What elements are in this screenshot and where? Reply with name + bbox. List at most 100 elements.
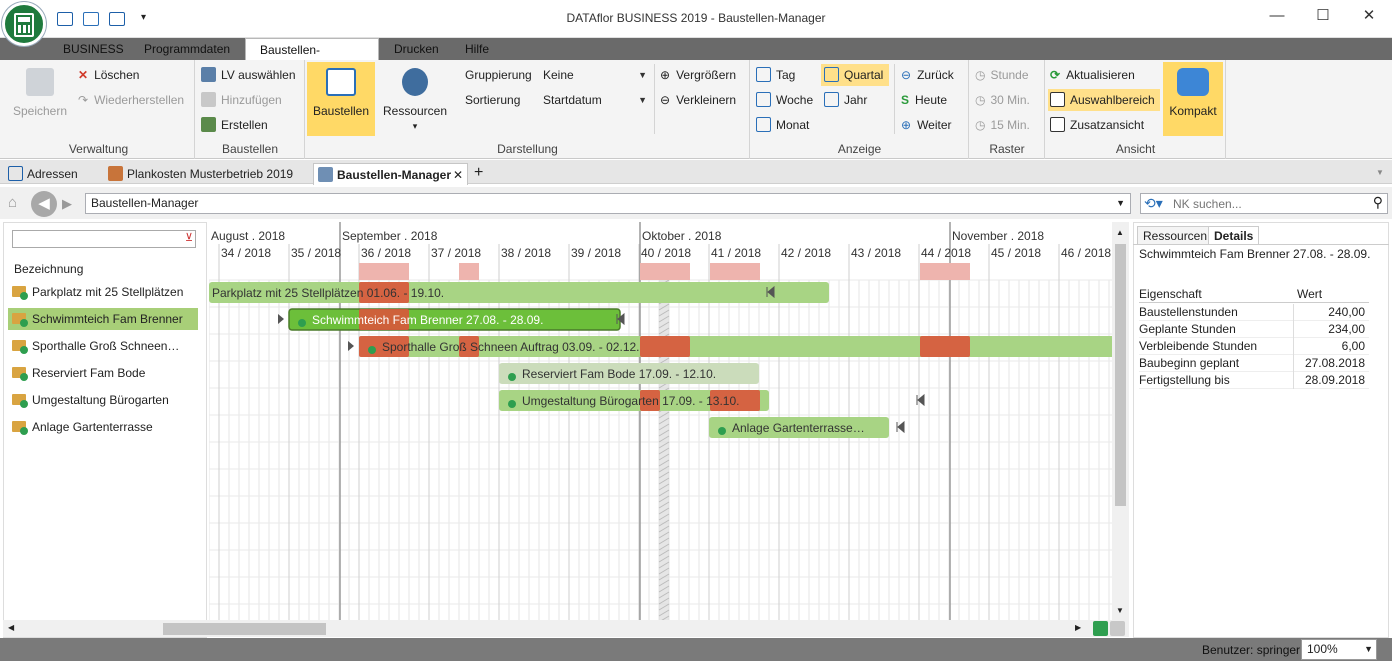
breadcrumb[interactable]: Baustellen-Manager ▼ <box>85 193 1131 214</box>
kompakt-button[interactable]: Kompakt <box>1163 62 1223 136</box>
list-item[interactable]: Parkplatz mit 25 Stellplätzen <box>8 281 198 303</box>
quartal-button[interactable]: Quartal <box>821 64 890 86</box>
lv-auswaehlen-button[interactable]: LV auswählen <box>201 64 296 86</box>
week-label: 36 / 2018 <box>361 246 411 260</box>
table-row: Geplante Stunden 234,00 <box>1139 321 1369 338</box>
status-bar <box>0 638 1392 661</box>
auswahlbereich-button[interactable]: Auswahlbereich <box>1048 89 1160 111</box>
scroll-left-icon[interactable]: ◀ <box>8 623 14 632</box>
weiter-button[interactable]: ⊕ Weiter <box>901 114 952 136</box>
vergroessern-button[interactable]: ⊕ Vergrößern <box>660 64 736 86</box>
doc-tab-baustellen-manager[interactable]: Baustellen-Manager ✕ <box>313 163 468 185</box>
plankosten-icon <box>108 166 123 181</box>
start-marker-icon <box>348 341 354 351</box>
status-dot-icon <box>508 400 516 408</box>
gruppierung-label: Gruppierung <box>465 68 532 82</box>
column-header-bezeichnung: Bezeichnung <box>14 262 84 276</box>
folder-icon <box>12 286 28 300</box>
back-button[interactable]: ◀ <box>31 191 57 217</box>
doc-tab-plankosten[interactable]: Plankosten Musterbetrieb 2019 <box>104 163 299 185</box>
delete-button[interactable]: ✕ Löschen <box>78 64 139 86</box>
restore-button[interactable]: ↷ Wiederherstellen <box>78 89 184 111</box>
verkleinern-button[interactable]: ⊖ Verkleinern <box>660 89 736 111</box>
scroll-right-icon[interactable]: ▶ <box>1075 623 1081 632</box>
list-item[interactable]: Anlage Gartenterrasse <box>8 416 198 438</box>
scroll-up-icon[interactable]: ▲ <box>1116 228 1124 237</box>
ressourcen-dropdown-icon: ▾ <box>412 121 418 131</box>
woche-button[interactable]: Woche <box>756 89 813 111</box>
ressourcen-view-button[interactable]: Ressourcen ▾ <box>380 62 450 136</box>
menu-tab-hilfe[interactable]: Hilfe <box>451 38 503 60</box>
menu-tab-drucken[interactable]: Drucken <box>380 38 453 60</box>
folder-icon <box>12 367 28 381</box>
week-label: 35 / 2018 <box>291 246 341 260</box>
list-item-selected[interactable]: Schwimmteich Fam Brenner <box>8 308 198 330</box>
vertical-scrollbar[interactable]: ▲ ▼ <box>1112 222 1129 620</box>
30-min-button[interactable]: ◷ 30 Min. <box>975 89 1030 111</box>
search-scope-icon[interactable]: ⟲▾ <box>1144 195 1163 212</box>
tab-ressourcen[interactable]: Ressourcen <box>1137 226 1214 245</box>
zoom-out-icon: ⊖ <box>660 93 671 107</box>
15-min-button[interactable]: ◷ 15 Min. <box>975 114 1030 136</box>
capacity-block <box>920 263 970 280</box>
clear-filter-icon[interactable]: ⊻ <box>185 231 193 244</box>
zoom-select[interactable]: 100% ▼ <box>1301 639 1377 660</box>
calendar-week-icon <box>756 92 771 107</box>
tag-button[interactable]: Tag <box>756 64 795 86</box>
tab-details[interactable]: Details <box>1208 226 1260 245</box>
hinzufuegen-button[interactable]: Hinzufügen <box>201 89 282 111</box>
save-button[interactable]: Speichern <box>7 62 73 136</box>
menu-tab-programmdaten[interactable]: Programmdaten <box>130 38 244 60</box>
window-title: DATAflor BUSINESS 2019 - Baustellen-Mana… <box>566 11 826 25</box>
nav-left-green-icon[interactable] <box>1093 621 1108 636</box>
horizontal-scroll-thumb[interactable] <box>163 623 326 635</box>
heute-button[interactable]: S Heute <box>901 89 947 111</box>
search-icon[interactable]: ⚲ <box>1373 194 1383 211</box>
add-tab-button[interactable]: + <box>474 164 483 182</box>
group-anzeige: Tag Woche Monat Quartal Jahr ⊖ Zurück S He… <box>751 60 969 159</box>
add-list-icon <box>201 92 216 107</box>
jahr-button[interactable]: Jahr <box>824 89 867 111</box>
gruppierung-select[interactable]: Keine ▼ <box>538 65 650 85</box>
chevron-down-icon[interactable]: ▼ <box>1116 194 1125 213</box>
sortierung-select[interactable]: Startdatum ▼ <box>538 90 650 110</box>
menu-tab-business[interactable]: BUSINESS <box>49 38 138 60</box>
close-tab-icon[interactable]: ✕ <box>453 164 463 186</box>
baustellen-view-button[interactable]: Baustellen <box>307 62 375 136</box>
zurueck-button[interactable]: ⊖ Zurück <box>901 64 954 86</box>
horizontal-scrollbar[interactable]: ◀ ▶ <box>3 620 1129 637</box>
status-user: Benutzer: springer <box>1202 643 1301 657</box>
erstellen-button[interactable]: Erstellen <box>201 114 268 136</box>
list-item[interactable]: Reserviert Fam Bode <box>8 362 198 384</box>
minimize-button[interactable]: — <box>1254 2 1300 32</box>
app-logo-icon[interactable] <box>2 2 46 46</box>
forward-button[interactable]: ▶ <box>62 196 72 212</box>
list-item[interactable]: Sporthalle Groß Schneen… <box>8 335 198 357</box>
maximize-button[interactable]: ☐ <box>1300 2 1346 32</box>
filter-input[interactable]: ⊻ <box>12 230 196 248</box>
close-button[interactable]: ✕ <box>1346 2 1392 32</box>
undo-icon: ↷ <box>78 93 89 107</box>
details-title: Schwimmteich Fam Brenner 27.08. - 28.09. <box>1139 247 1371 261</box>
tab-overflow-icon[interactable]: ▼ <box>1376 168 1384 177</box>
menu-tab-baustellen-manager[interactable]: Baustellen-Manager <box>245 38 379 79</box>
nk-search-input[interactable] <box>1173 195 1363 212</box>
doc-tab-adressen[interactable]: Adressen <box>4 163 84 185</box>
home-icon[interactable]: ⌂ <box>8 195 24 211</box>
gantt-chart[interactable]: 34 / 2018 35 / 2018 36 / 2018 37 / 2018 38 /… <box>209 222 1112 620</box>
zusatzansicht-button[interactable]: Zusatzansicht <box>1050 114 1144 136</box>
list-item[interactable]: Umgestaltung Bürogarten <box>8 389 198 411</box>
end-marker-icon <box>896 420 905 434</box>
today-icon: S <box>901 93 910 107</box>
monat-button[interactable]: Monat <box>756 114 809 136</box>
aktualisieren-button[interactable]: ⟳ Aktualisieren <box>1050 64 1135 86</box>
week-label: 45 / 2018 <box>991 246 1041 260</box>
nav-right-icon[interactable] <box>1110 621 1125 636</box>
floppy-disk-icon <box>26 68 54 96</box>
start-marker-icon <box>278 314 284 324</box>
vertical-scroll-thumb[interactable] <box>1115 244 1126 506</box>
stunde-button[interactable]: ◷ Stunde <box>975 64 1029 86</box>
week-label: 41 / 2018 <box>711 246 761 260</box>
scroll-down-icon[interactable]: ▼ <box>1116 606 1124 615</box>
clock-icon: ◷ <box>975 118 986 132</box>
